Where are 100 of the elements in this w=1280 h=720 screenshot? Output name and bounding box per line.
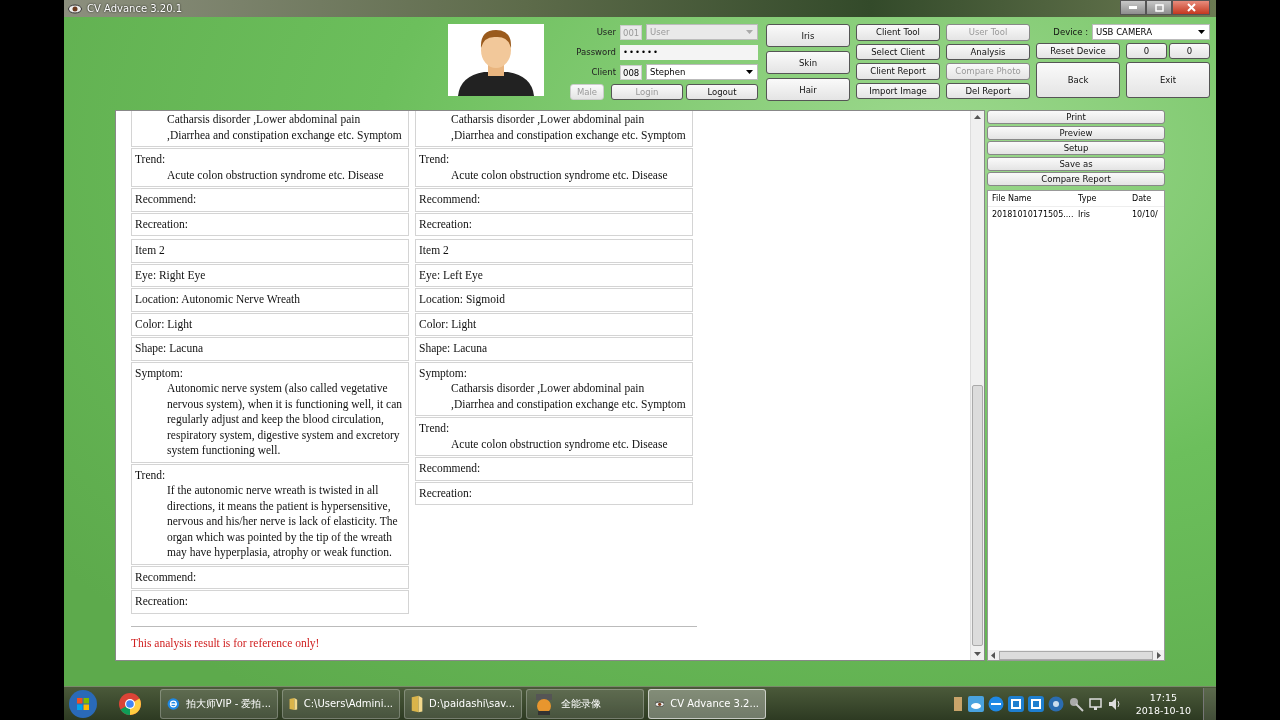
report-label: Trend: bbox=[135, 152, 167, 167]
tool-button[interactable]: Del Report bbox=[946, 82, 1030, 99]
report-label: Recreation: bbox=[419, 485, 473, 501]
report-detail: Acute colon obstruction syndrome etc. Disease bbox=[166, 167, 385, 183]
report-label: Eye: Left Eye bbox=[419, 267, 484, 283]
dropdown-value: USB CAMERA bbox=[1096, 27, 1152, 37]
report-label: Symptom: bbox=[419, 365, 468, 381]
field-label: Password bbox=[575, 47, 616, 57]
device-dropdown[interactable]: USB CAMERA bbox=[1092, 24, 1210, 40]
scroll-down-icon bbox=[974, 652, 981, 656]
chrome-icon[interactable] bbox=[118, 691, 142, 716]
report-label: Recommend: bbox=[419, 461, 482, 476]
device-label: Device : bbox=[1052, 27, 1088, 37]
tool-button[interactable]: Client Report bbox=[856, 63, 940, 80]
maximize-icon bbox=[1154, 3, 1164, 12]
device-button[interactable]: 0 bbox=[1126, 43, 1167, 59]
scroll-left-icon bbox=[991, 651, 995, 659]
report-action-button[interactable]: Setup bbox=[987, 141, 1165, 155]
column-header[interactable]: Type bbox=[1078, 193, 1130, 203]
report-label: Shape: Lacuna bbox=[135, 341, 204, 357]
taskbar-button[interactable]: 拍大师VIP - 爱拍... bbox=[160, 688, 278, 719]
report-label: Trend: bbox=[419, 152, 451, 167]
report-label: Recommend: bbox=[135, 569, 198, 585]
report-label: Trend: bbox=[135, 467, 167, 483]
recorder-icon bbox=[533, 691, 555, 716]
tray-app-icon[interactable] bbox=[987, 695, 1004, 712]
report-detail: Catharsis disorder ,Lower abdominal pain ,Diarrhea and constipation exchange etc. Symptom bbox=[166, 112, 403, 143]
taskbar-button[interactable]: CV Advance 3.2... bbox=[648, 688, 766, 719]
task-label: C:\Users\Admini... bbox=[303, 698, 393, 709]
taskbar-button[interactable]: C:\Users\Admini... bbox=[282, 688, 400, 719]
taskbar-clock[interactable]: 17:15 2018-10-10 bbox=[1135, 690, 1191, 717]
dropdown-value: Stephen bbox=[650, 67, 686, 77]
task-label: 全能录像 bbox=[561, 696, 601, 711]
mode-button[interactable]: Hair bbox=[766, 78, 850, 101]
report-label: Recreation: bbox=[135, 216, 189, 232]
tray-app-icon[interactable] bbox=[1067, 695, 1084, 712]
tray-app-icon[interactable] bbox=[1047, 695, 1064, 712]
device-button[interactable]: 0 bbox=[1169, 43, 1210, 59]
report-action-button[interactable]: Preview bbox=[987, 125, 1165, 140]
report-label: Color: Light bbox=[135, 316, 194, 332]
report-label: Trend: bbox=[419, 421, 451, 436]
login-form-button[interactable]: Logout bbox=[686, 84, 758, 100]
scroll-thumb[interactable] bbox=[972, 385, 983, 646]
tool-button[interactable]: Import Image bbox=[856, 82, 940, 99]
task-label: CV Advance 3.2... bbox=[670, 698, 759, 709]
network-icon[interactable] bbox=[1087, 695, 1104, 712]
task-label: D:\paidashi\sav... bbox=[429, 698, 515, 709]
mode-button[interactable]: Iris bbox=[766, 24, 850, 47]
table-cell-text: Iris bbox=[1078, 209, 1092, 219]
tool-button[interactable]: Select Client bbox=[856, 43, 940, 60]
table-cell-text: 20181010171505.... bbox=[992, 209, 1075, 219]
dropdown-arrow-icon bbox=[746, 70, 753, 74]
vertical-scrollbar[interactable] bbox=[970, 111, 984, 660]
cloud-icon[interactable] bbox=[967, 695, 984, 712]
taskbar-button[interactable]: 全能录像 bbox=[526, 688, 644, 719]
speaker-icon[interactable] bbox=[1107, 696, 1122, 711]
minimize-icon bbox=[1129, 6, 1137, 9]
dropdown-arrow-icon bbox=[746, 30, 753, 34]
field-label: Client bbox=[590, 67, 616, 77]
report-action-button[interactable]: Compare Report bbox=[987, 172, 1165, 186]
report-label: Shape: Lacuna bbox=[419, 341, 488, 357]
report-label: Recreation: bbox=[135, 594, 189, 609]
dropdown-arrow-icon bbox=[1198, 30, 1205, 34]
code-field[interactable]: 008 bbox=[620, 64, 642, 80]
column-header[interactable]: Date bbox=[1132, 193, 1152, 203]
minimize-button[interactable] bbox=[1120, 0, 1146, 15]
report-label: Location: Autonomic Nerve Wreath bbox=[135, 292, 302, 307]
mode-button[interactable]: Skin bbox=[766, 51, 850, 74]
field-label: User bbox=[595, 27, 616, 37]
report-label: Recommend: bbox=[135, 192, 198, 207]
report-detail: If the autonomic nerve wreath is twisted in all directions, it means the patient is hypersensitive, nervous and his/her nerve is lack of elasticity. The organ which was pointed by the tip of the wreath may have hyperplasia, atrophy or weak function. bbox=[166, 483, 399, 561]
disclaimer-text: This analysis result is for reference only! bbox=[131, 636, 321, 649]
report-action-button[interactable]: Save as bbox=[987, 156, 1165, 171]
report-detail: Acute colon obstruction syndrome etc. Disease bbox=[450, 436, 669, 452]
maximize-button[interactable] bbox=[1146, 0, 1172, 15]
report-label: Recreation: bbox=[419, 216, 473, 232]
report-action-button[interactable]: Print bbox=[987, 110, 1165, 124]
report-label: Item 2 bbox=[419, 243, 450, 258]
report-detail: Catharsis disorder ,Lower abdominal pain ,Diarrhea and constipation exchange etc. Symptom bbox=[450, 381, 687, 412]
tray-app-icon[interactable] bbox=[1007, 695, 1024, 712]
tool-button[interactable]: Client Tool bbox=[856, 24, 940, 41]
device-button[interactable]: Reset Device bbox=[1036, 43, 1120, 59]
report-label: Location: Sigmoid bbox=[419, 292, 506, 308]
column-header[interactable]: File Name bbox=[992, 193, 1076, 203]
clock-date: 2018-10-10 bbox=[1135, 703, 1191, 717]
window-title: CV Advance 3.20.1 bbox=[87, 3, 183, 14]
start-button[interactable] bbox=[68, 688, 98, 719]
close-button[interactable] bbox=[1172, 0, 1210, 15]
tool-button[interactable]: Analysis bbox=[946, 43, 1030, 60]
tray-app-icon[interactable] bbox=[951, 695, 964, 712]
tray-app-icon[interactable] bbox=[1027, 695, 1044, 712]
eye-icon bbox=[68, 3, 82, 14]
task-label: 拍大师VIP - 爱拍... bbox=[185, 696, 271, 711]
nav-button[interactable]: Exit bbox=[1126, 62, 1210, 98]
nav-button[interactable]: Back bbox=[1036, 62, 1120, 98]
dropdown-field[interactable]: Stephen bbox=[646, 64, 758, 80]
report-detail: Acute colon obstruction syndrome etc. Disease bbox=[450, 167, 669, 183]
report-label: Eye: Right Eye bbox=[135, 267, 207, 283]
taskbar-button[interactable]: D:\paidashi\sav... bbox=[404, 688, 522, 719]
password-field[interactable]: •••••• bbox=[620, 44, 758, 60]
